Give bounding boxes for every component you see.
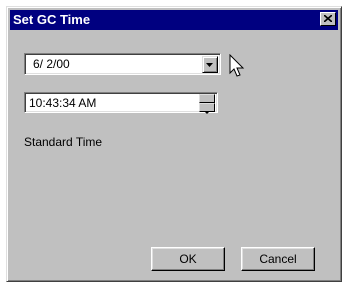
title-bar: Set GC Time [10, 10, 338, 30]
time-spin-up-button[interactable] [199, 94, 215, 106]
date-value: 6/ 2/00 [33, 57, 70, 71]
timezone-label: Standard Time [24, 135, 103, 149]
date-picker[interactable]: 6/ 2/00 [24, 53, 221, 75]
window-title: Set GC Time [13, 12, 91, 27]
close-icon [324, 15, 332, 22]
time-field[interactable]: 10:43:34 AM [24, 92, 218, 114]
time-value: 10:43:34 AM [29, 96, 97, 110]
ok-button[interactable]: OK [151, 247, 225, 271]
arrow-down-icon [205, 112, 209, 114]
close-button[interactable] [320, 12, 336, 26]
mouse-pointer-icon [229, 54, 245, 77]
set-gc-time-dialog: Set GC Time 6/ 2/00 10:43:34 AM Standard… [6, 6, 342, 282]
time-spin-down-button[interactable] [199, 103, 215, 114]
cancel-button[interactable]: Cancel [241, 247, 315, 271]
date-dropdown-button[interactable] [202, 56, 218, 73]
chevron-down-icon [206, 63, 213, 67]
